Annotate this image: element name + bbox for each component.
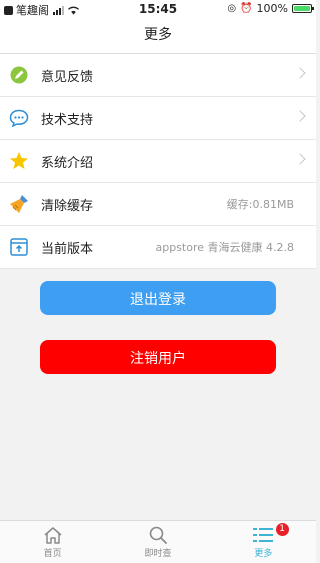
version-value: appstore 青海云健康 4.2.8 (155, 241, 294, 254)
menu-item-version: 当前版本 appstore 青海云健康 4.2.8 (0, 226, 316, 269)
battery-percent: 100% (256, 2, 288, 15)
status-right: ◎ ⏰ 100% (227, 2, 314, 15)
menu-item-feedback[interactable]: 意见反馈 (0, 54, 316, 97)
edit-icon (9, 65, 29, 85)
tab-more[interactable]: 更多 1 (211, 521, 316, 563)
chat-icon (9, 108, 29, 128)
menu-item-clear-cache[interactable]: 清除缓存 缓存:0.81MB (0, 183, 316, 226)
battery-icon (292, 4, 314, 13)
star-icon (9, 151, 29, 171)
cache-size: 缓存:0.81MB (226, 198, 294, 211)
search-icon (149, 526, 167, 544)
tab-label-home: 首页 (43, 549, 62, 559)
tab-label-instant-query: 即时查 (144, 549, 172, 559)
home-icon (44, 527, 62, 544)
lock-rotation-icon: ◎ (227, 3, 237, 14)
chevron-right-icon (294, 153, 306, 165)
settings-menu: 意见反馈 技术支持 系统介绍 清除缓存 缓存:0.81MB 当前版本 appst… (0, 54, 316, 269)
tab-instant-query[interactable]: 即时查 (105, 521, 210, 563)
notification-badge: 1 (275, 523, 289, 536)
menu-item-intro[interactable]: 系统介绍 (0, 140, 316, 183)
menu-grid-icon (253, 528, 274, 542)
menu-label-support: 技术支持 (41, 112, 94, 128)
alarm-icon: ⏰ (240, 3, 253, 14)
status-bar: 笔趣阁 15:45 ◎ ⏰ 100% (0, 0, 316, 18)
logout-button[interactable]: 退出登录 (40, 281, 276, 315)
menu-label-clear-cache: 清除缓存 (41, 198, 94, 214)
page-title: 更多 (0, 18, 316, 54)
menu-label-intro: 系统介绍 (41, 155, 94, 171)
tab-bar: 首页 即时查 更多 1 (0, 520, 316, 563)
upload-box-icon (9, 237, 29, 257)
chevron-right-icon (294, 67, 306, 79)
tab-label-more: 更多 (254, 549, 273, 559)
cancel-account-button[interactable]: 注销用户 (40, 340, 276, 374)
chevron-right-icon (294, 110, 306, 122)
tab-home[interactable]: 首页 (0, 521, 105, 563)
menu-item-support[interactable]: 技术支持 (0, 97, 316, 140)
menu-label-feedback: 意见反馈 (41, 69, 94, 85)
broom-icon (9, 194, 29, 214)
menu-label-version: 当前版本 (41, 241, 94, 257)
